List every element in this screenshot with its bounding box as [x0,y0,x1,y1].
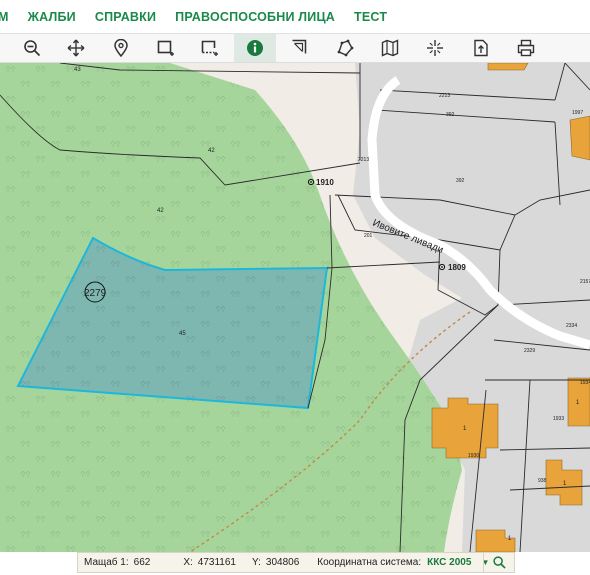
label-42a: 42 [208,148,215,154]
top-navigation: М ЖАЛБИ СПРАВКИ ПРАВОСПОСОБНИ ЛИЦА ТЕСТ [0,0,590,34]
search-icon [492,556,506,569]
measure-area-icon [292,39,307,54]
export-icon [474,39,488,57]
label-2279: 2279 [84,288,107,299]
nav-item-m[interactable]: М [0,10,9,24]
select-rectangle-button[interactable] [145,34,187,62]
zoom-out-button[interactable] [11,34,53,62]
label-1997: 1997 [572,110,583,116]
select-dashed-rectangle-button[interactable] [189,34,231,62]
label-2213a: 2213 [439,93,450,99]
y-coordinate-value: 304806 [265,557,300,568]
crs-label: Координатна система: [317,557,422,568]
measure-area-button[interactable] [279,34,321,62]
map-layers-icon [381,39,399,57]
nav-item-test[interactable]: ТЕСТ [354,10,387,24]
map-layers-button[interactable] [369,34,411,62]
label-1809: 1809 [448,263,466,272]
pan-icon [67,39,85,57]
label-2213b: 2213 [358,157,369,163]
map-toolbar [0,34,590,63]
label-201: 201 [364,233,373,239]
select-dashed-rectangle-icon [201,40,218,56]
print-button[interactable] [505,34,547,62]
info-icon [247,40,263,56]
nav-item-complaints[interactable]: ЖАЛБИ [28,10,76,24]
label-1910: 1910 [316,178,334,187]
y-coordinate-label: Y: [251,557,261,568]
label-1933: 1933 [553,416,564,422]
label-43: 43 [74,67,81,73]
scale-value: 662 [133,557,151,568]
print-icon [517,39,535,57]
label-2157: 2157 [580,279,590,285]
scale-label: Мащаб 1: [84,557,129,568]
select-rectangle-icon [157,40,174,56]
polygon-icon [337,39,354,57]
search-button[interactable] [483,553,514,572]
info-button[interactable] [234,34,276,62]
crosshair-button[interactable] [414,34,456,62]
location-button[interactable] [100,34,142,62]
zoom-out-icon [24,40,41,57]
label-1930: 1930 [468,453,479,459]
crosshair-icon [427,40,443,56]
map-canvas[interactable]: 43 42 42 45 2279 1910 1809 Ивовите ливад… [0,63,590,552]
cadastral-map[interactable]: 43 42 42 45 2279 1910 1809 Ивовите ливад… [0,63,590,552]
nav-item-legal-entities[interactable]: ПРАВОСПОСОБНИ ЛИЦА [175,10,335,24]
label-2329: 2329 [524,348,535,354]
crs-select[interactable]: ККС 2005 [427,557,471,568]
label-2334: 2334 [566,323,577,329]
pan-button[interactable] [55,34,97,62]
location-pin-icon [114,39,128,57]
label-938: 938 [538,478,547,484]
label-392b: 392 [456,178,465,184]
nav-item-references[interactable]: СПРАВКИ [95,10,156,24]
label-392a: 392 [446,112,455,118]
label-1934: 1934 [580,380,590,386]
x-coordinate-label: X: [183,557,193,568]
export-button[interactable] [460,34,502,62]
map-status-bar: Мащаб 1: 662 X: 4731161 Y: 304806 Коорди… [77,552,515,573]
label-45: 45 [179,331,186,337]
polygon-button[interactable] [324,34,366,62]
x-coordinate-value: 4731161 [197,557,236,568]
label-42b: 42 [157,208,164,214]
